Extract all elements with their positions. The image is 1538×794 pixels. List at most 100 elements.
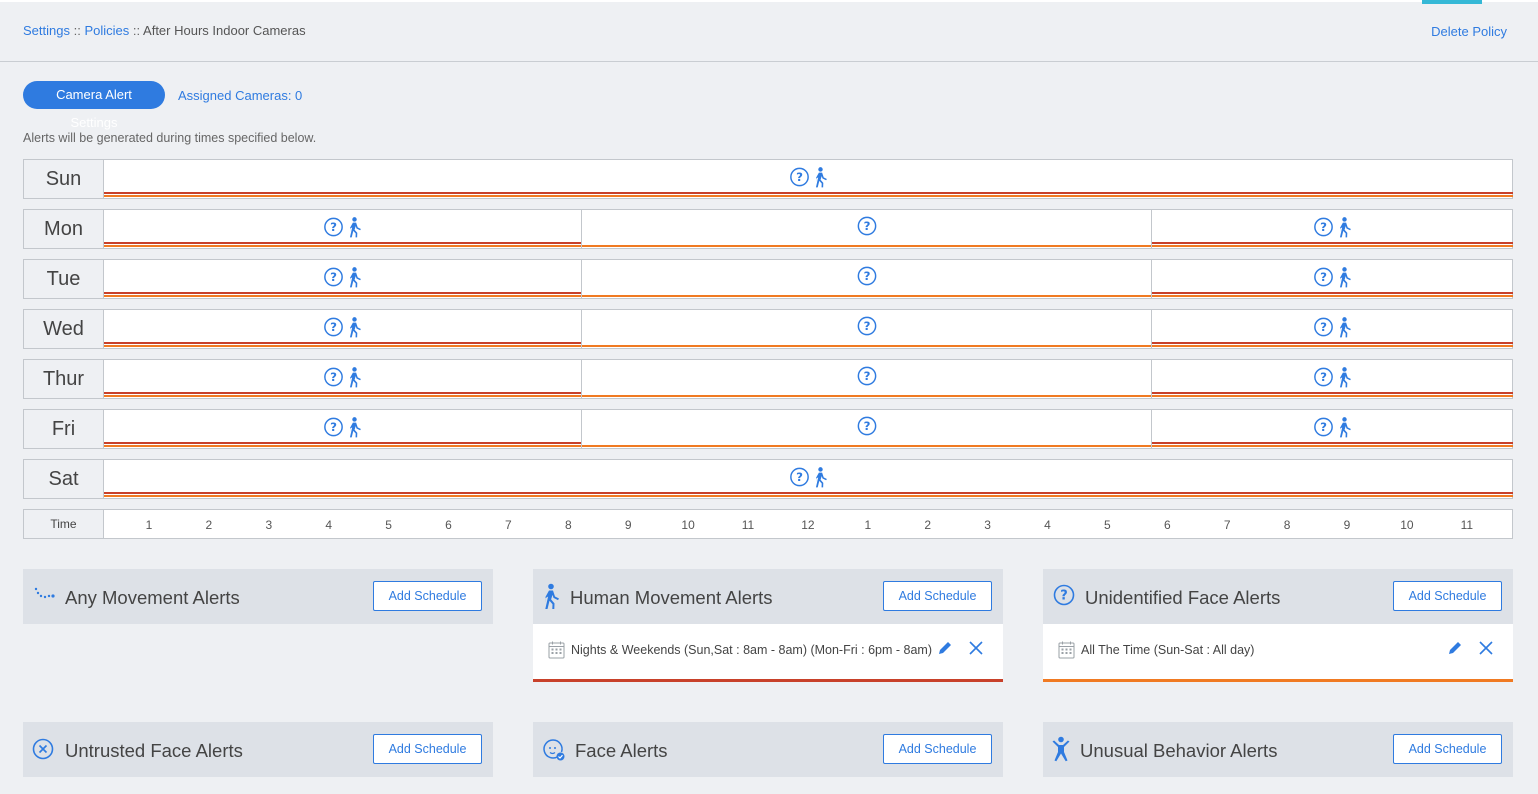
question-circle-icon: ?	[1313, 367, 1333, 387]
schedule-segment[interactable]: ?	[104, 160, 1513, 198]
time-tick: 7	[505, 518, 512, 532]
svg-text:?: ?	[1320, 320, 1327, 334]
time-tick: 12	[801, 518, 815, 532]
face-alert-bar	[1152, 295, 1513, 297]
arms-up-person-icon	[1050, 736, 1072, 767]
day-track[interactable]: ???	[104, 409, 1513, 449]
day-track[interactable]: ???	[104, 309, 1513, 349]
human-alert-bar	[104, 192, 1513, 194]
day-track[interactable]: ?	[104, 159, 1513, 199]
card-title: Face Alerts	[575, 740, 668, 761]
schedule-segment[interactable]: ?	[1152, 360, 1513, 398]
schedule-segment[interactable]: ?	[582, 260, 1152, 298]
schedule-row-thur: Thur???	[23, 359, 1513, 399]
schedule-segment[interactable]: ?	[1152, 210, 1513, 248]
time-axis-label: Time	[23, 509, 104, 539]
walking-person-icon	[346, 216, 362, 238]
time-tick: 6	[1163, 518, 1171, 532]
schedule-name: Nights & Weekends (Sun,Sat : 8am - 8am) …	[571, 643, 932, 657]
day-track[interactable]: ?	[104, 459, 1513, 499]
schedule-segment[interactable]: ?	[104, 210, 582, 248]
svg-text:?: ?	[1320, 370, 1327, 384]
delete-policy-link[interactable]: Delete Policy	[1431, 24, 1507, 39]
face-alert-bar	[104, 445, 581, 447]
tab-camera-alert-settings[interactable]: Camera Alert Settings	[23, 81, 165, 130]
face-alert-bar	[582, 445, 1151, 447]
human-movement-card: Human Movement Alerts Add Schedule Night…	[533, 569, 1003, 682]
schedule-segment[interactable]: ?	[104, 360, 582, 398]
breadcrumb-separator: ::	[73, 23, 81, 38]
svg-text:?: ?	[796, 170, 803, 184]
add-schedule-button[interactable]: Add Schedule	[1393, 581, 1502, 611]
human-alert-bar	[104, 442, 581, 444]
add-schedule-button[interactable]: Add Schedule	[883, 734, 992, 764]
pencil-icon[interactable]	[937, 640, 953, 661]
schedule-segment[interactable]: ?	[104, 310, 582, 348]
time-tick: 4	[1044, 518, 1051, 532]
page-header: Settings :: Policies :: After Hours Indo…	[0, 2, 1538, 62]
time-tick: 3	[984, 518, 991, 532]
schedule-row-tue: Tue???	[23, 259, 1513, 299]
breadcrumb-settings-link[interactable]: Settings	[23, 23, 70, 38]
close-icon[interactable]	[1479, 641, 1493, 660]
schedule-segment[interactable]: ?	[104, 260, 582, 298]
human-alert-bar	[104, 242, 581, 244]
walking-person-icon	[346, 366, 362, 388]
question-circle-icon: ?	[1313, 417, 1333, 437]
walking-person-icon	[1336, 416, 1352, 438]
question-circle-icon: ?	[1313, 267, 1333, 287]
walking-person-icon	[812, 466, 828, 488]
schedule-segment[interactable]: ?	[104, 410, 582, 448]
day-track[interactable]: ???	[104, 209, 1513, 249]
time-axis-row: Time 1 2 3 4 5 6 7 8 9 10 11 12 1 2 3 4 5 6 7 8 9 10 11	[23, 509, 1513, 539]
time-tick: 5	[1104, 518, 1111, 532]
schedule-row-sat: Sat?	[23, 459, 1513, 499]
add-schedule-button[interactable]: Add Schedule	[1393, 734, 1502, 764]
schedule-segment[interactable]: ?	[1152, 260, 1513, 298]
question-circle-icon: ?	[1053, 584, 1075, 611]
schedule-segment[interactable]: ?	[1152, 310, 1513, 348]
add-schedule-button[interactable]: Add Schedule	[883, 581, 992, 611]
svg-text:?: ?	[330, 370, 337, 384]
day-label: Wed	[23, 309, 104, 349]
calendar-icon	[1058, 641, 1075, 664]
add-schedule-button[interactable]: Add Schedule	[373, 734, 482, 764]
schedule-row-sun: Sun?	[23, 159, 1513, 199]
face-alert-bar	[1152, 245, 1513, 247]
time-tick: 1	[145, 518, 153, 532]
question-circle-icon: ?	[857, 216, 877, 236]
face-alert-bar	[582, 345, 1151, 347]
tab-assigned-cameras[interactable]: Assigned Cameras: 0	[178, 88, 302, 103]
question-circle-icon: ?	[1313, 217, 1333, 237]
walking-person-icon	[346, 316, 362, 338]
schedule-segment[interactable]: ?	[582, 310, 1152, 348]
walking-person-icon	[541, 583, 561, 614]
calendar-icon	[548, 641, 565, 664]
schedule-segment[interactable]: ?	[1152, 410, 1513, 448]
face-alert-bar	[1152, 445, 1513, 447]
time-tick: 7	[1223, 518, 1231, 532]
close-icon[interactable]	[969, 641, 983, 660]
face-alert-bar	[104, 395, 581, 397]
any-movement-card: Any Movement Alerts Add Schedule	[23, 569, 493, 624]
untrusted-face-card: Untrusted Face Alerts Add Schedule	[23, 722, 493, 777]
question-circle-icon: ?	[857, 316, 877, 336]
svg-text:?: ?	[330, 270, 337, 284]
schedule-segment[interactable]: ?	[104, 460, 1513, 498]
breadcrumb-policies-link[interactable]: Policies	[84, 23, 129, 38]
schedule-row-wed: Wed???	[23, 309, 1513, 349]
time-tick: 4	[325, 518, 333, 532]
face-alert-bar	[582, 245, 1151, 247]
question-circle-icon: ?	[1313, 317, 1333, 337]
schedule-segment[interactable]: ?	[582, 360, 1152, 398]
svg-text:?: ?	[1320, 270, 1327, 284]
add-schedule-button[interactable]: Add Schedule	[373, 581, 482, 611]
question-circle-icon: ?	[323, 267, 343, 287]
day-track[interactable]: ???	[104, 359, 1513, 399]
schedule-segment[interactable]: ?	[582, 410, 1152, 448]
pencil-icon[interactable]	[1447, 640, 1463, 661]
schedule-segment[interactable]: ?	[582, 210, 1152, 248]
day-track[interactable]: ???	[104, 259, 1513, 299]
time-tick: 9	[624, 518, 632, 532]
unusual-behavior-card: Unusual Behavior Alerts Add Schedule	[1043, 722, 1513, 777]
